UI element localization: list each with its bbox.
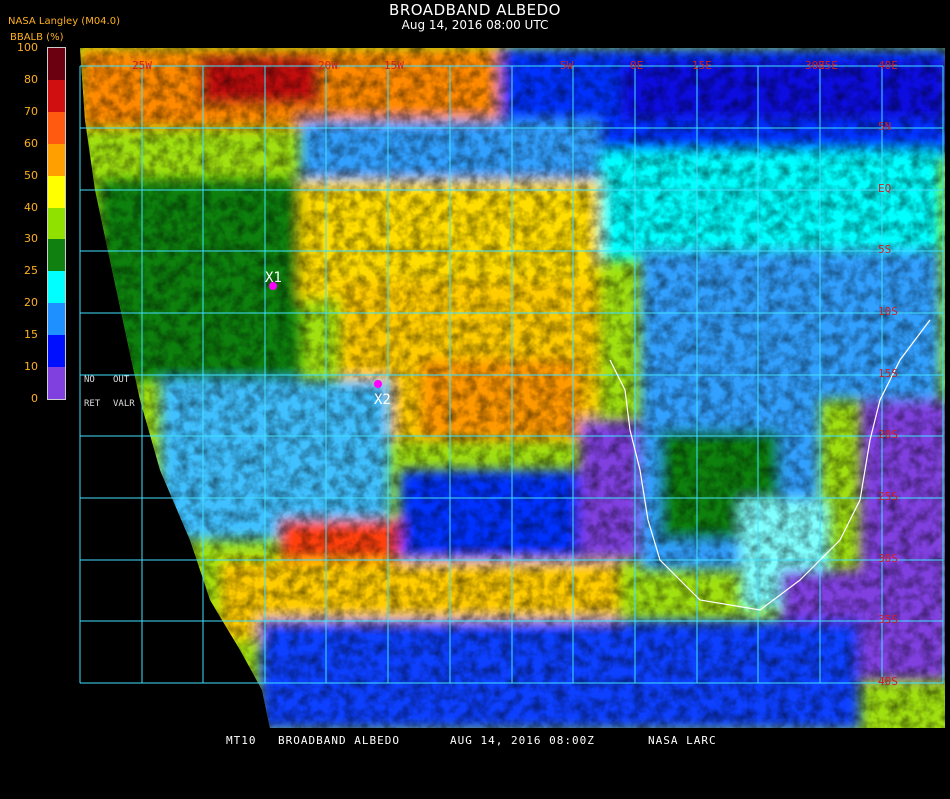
longitude-label: 15W <box>384 59 404 72</box>
latitude-label: 5S <box>878 243 891 256</box>
latitude-label: 10S <box>878 305 898 318</box>
latitude-label: 25S <box>878 490 898 503</box>
latitude-label: 35S <box>878 613 898 626</box>
latitude-label: 20S <box>878 428 898 441</box>
longitude-label: 40E <box>878 59 898 72</box>
marker-x2-dot <box>374 380 382 388</box>
latitude-label: 5N <box>878 120 891 133</box>
longitude-label: 5W <box>560 59 574 72</box>
latitude-label: 30S <box>878 552 898 565</box>
longitude-label: 35E <box>818 59 838 72</box>
footer-satellite: MT10 <box>226 734 257 747</box>
footer-source: NASA LARC <box>648 734 717 747</box>
latitude-label: 40S <box>878 675 898 688</box>
footer-product: BROADBAND ALBEDO <box>278 734 400 747</box>
longitude-label: 0E <box>630 59 643 72</box>
latitude-label: EQ <box>878 182 891 195</box>
longitude-label: 15E <box>692 59 712 72</box>
marker-x1-label: X1 <box>265 270 282 286</box>
albedo-map[interactable]: 5N EQ 5S 10S 15S 20S 25S 30S 35S 40S 25W 20W 15W 5W 0… <box>0 0 950 754</box>
longitude-label: 25W <box>132 59 152 72</box>
footer-datetime: AUG 14, 2016 08:00Z <box>450 734 595 747</box>
marker-x2-label: X2 <box>374 392 391 408</box>
latitude-label: 15S <box>878 367 898 380</box>
footer: MT10 BROADBAND ALBEDO AUG 14, 2016 08:00… <box>0 734 950 799</box>
longitude-label: 20W <box>318 59 338 72</box>
